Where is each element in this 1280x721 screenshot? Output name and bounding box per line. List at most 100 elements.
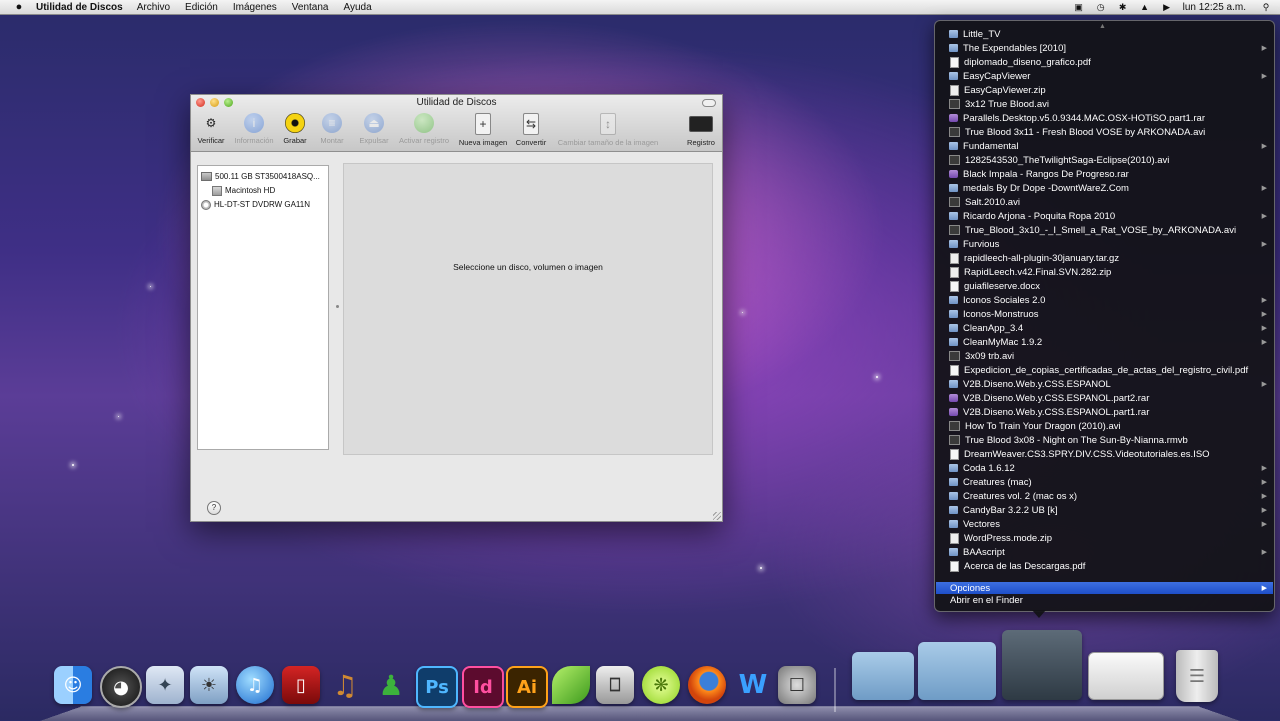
- stack-list-item[interactable]: V2B.Diseno.Web.y.CSS.ESPANOL ▶: [949, 377, 1271, 391]
- volume-item-macintosh-hd[interactable]: Macintosh HD: [212, 184, 275, 197]
- stack-list-item[interactable]: CleanMyMac 1.9.2 ▶: [949, 335, 1271, 349]
- apple-menu-icon[interactable]: ●: [12, 0, 26, 14]
- applications-folder-icon[interactable]: [852, 652, 914, 700]
- toolbar-toggle-button[interactable]: [702, 99, 716, 107]
- stack-list-item[interactable]: V2B.Diseno.Web.y.CSS.ESPANOL.part1.rar: [949, 405, 1271, 419]
- limewire-icon[interactable]: ❋: [642, 666, 680, 704]
- garageband-icon[interactable]: ♫: [326, 666, 364, 704]
- stack-list-item[interactable]: True Blood 3x11 - Fresh Blood VOSE by AR…: [949, 125, 1271, 139]
- stack-list-item[interactable]: EasyCapViewer ▶: [949, 69, 1271, 83]
- stack-list-item[interactable]: WordPress.mode.zip: [949, 531, 1271, 545]
- spotlight-icon[interactable]: ⚲: [1260, 2, 1272, 12]
- activar-registro-button[interactable]: Activar registro: [395, 113, 453, 149]
- stack-list-item[interactable]: Iconos Sociales 2.0 ▶: [949, 293, 1271, 307]
- downloads-stack-icon[interactable]: [1002, 630, 1082, 700]
- stack-list-item[interactable]: diplomado_diseno_grafico.pdf: [949, 55, 1271, 69]
- stack-list-item[interactable]: Black Impala - Rangos De Progreso.rar: [949, 167, 1271, 181]
- menu-ayuda[interactable]: Ayuda: [344, 2, 372, 13]
- menu-imagenes[interactable]: Imágenes: [233, 2, 277, 13]
- imovie-icon[interactable]: ⎕: [596, 666, 634, 704]
- stack-list-item[interactable]: Vectores ▶: [949, 517, 1271, 531]
- stack-list-item[interactable]: How To Train Your Dragon (2010).avi: [949, 419, 1271, 433]
- window-titlebar[interactable]: Utilidad de Discos ⚙ Verificar i Informa…: [191, 95, 722, 152]
- finder-icon[interactable]: ☺: [54, 666, 92, 704]
- documents-folder-icon[interactable]: [918, 642, 996, 700]
- stack-list-item[interactable]: medals By Dr Dope -DowntWareZ.Com ▶: [949, 181, 1271, 195]
- stack-list-item[interactable]: 3x09 trb.avi: [949, 349, 1271, 363]
- bluetooth-icon[interactable]: ✱: [1117, 2, 1129, 12]
- opciones-menu-item[interactable]: Opciones ▶: [936, 582, 1273, 594]
- stack-list-item[interactable]: Creatures (mac) ▶: [949, 475, 1271, 489]
- mail-icon[interactable]: ✦: [146, 666, 184, 704]
- menu-archivo[interactable]: Archivo: [137, 2, 170, 13]
- help-button[interactable]: ?: [207, 501, 221, 515]
- informacion-button[interactable]: i Información: [231, 113, 277, 149]
- menu-clock[interactable]: lun 12:25 a.m.: [1183, 2, 1246, 13]
- split-view-handle[interactable]: [336, 305, 339, 308]
- stack-list-item[interactable]: Salt.2010.avi: [949, 195, 1271, 209]
- eject-icon: ⏏: [364, 113, 384, 133]
- cambiar-tamano-button[interactable]: ↕ Cambiar tamaño de la imagen: [553, 113, 663, 149]
- indesign-icon[interactable]: Id: [462, 666, 504, 708]
- stack-list-item[interactable]: 1282543530_TheTwilightSaga-Eclipse(2010)…: [949, 153, 1271, 167]
- stack-list-item[interactable]: DreamWeaver.CS3.SPRY.DIV.CSS.Videotutori…: [949, 447, 1271, 461]
- journal-icon: [414, 113, 434, 133]
- iphoto-icon[interactable]: ☀: [190, 666, 228, 704]
- stack-list-item[interactable]: Parallels.Desktop.v5.0.9344.MAC.OSX-HOTi…: [949, 111, 1271, 125]
- disk-item-hd[interactable]: 500.11 GB ST3500418ASQ...: [201, 170, 320, 183]
- wifi-icon[interactable]: ▲: [1139, 2, 1151, 12]
- stack-list-item[interactable]: Fundamental ▶: [949, 139, 1271, 153]
- firefox-icon[interactable]: [688, 666, 726, 704]
- folder-arrow-icon: ▶: [1261, 465, 1267, 472]
- trash-icon[interactable]: ☰: [1176, 650, 1218, 702]
- convertir-button[interactable]: ⇆ Convertir: [513, 113, 549, 149]
- toolbar: ⚙ Verificar i Información Grabar ≡ Monta…: [191, 111, 722, 151]
- blog-editor-icon[interactable]: W: [734, 666, 772, 704]
- photo-booth-icon[interactable]: ▯: [282, 666, 320, 704]
- stack-list-item[interactable]: CleanApp_3.4 ▶: [949, 321, 1271, 335]
- coda-leaf-icon[interactable]: [552, 666, 590, 704]
- illustrator-icon[interactable]: Ai: [506, 666, 548, 708]
- stack-list-item[interactable]: RapidLeech.v42.Final.SVN.282.zip: [949, 265, 1271, 279]
- expulsar-button[interactable]: ⏏ Expulsar: [357, 113, 391, 149]
- registro-button[interactable]: Registro: [685, 113, 717, 149]
- stack-list-item[interactable]: Iconos-Monstruos ▶: [949, 307, 1271, 321]
- nueva-imagen-button[interactable]: + Nueva imagen: [457, 113, 509, 149]
- stack-list-item[interactable]: BAAscript ▶: [949, 545, 1271, 559]
- menu-ventana[interactable]: Ventana: [292, 2, 329, 13]
- stack-list-item[interactable]: True Blood 3x08 - Night on The Sun-By-Ni…: [949, 433, 1271, 447]
- stack-list-item[interactable]: Little_TV: [949, 27, 1271, 41]
- disk-utility-icon[interactable]: ☐: [778, 666, 816, 704]
- adium-icon[interactable]: ♟: [372, 666, 410, 704]
- stack-list-item[interactable]: guiafileserve.docx: [949, 279, 1271, 293]
- stack-list-item[interactable]: Creatures vol. 2 (mac os x) ▶: [949, 489, 1271, 503]
- grabar-button[interactable]: Grabar: [281, 113, 309, 149]
- menu-app-name[interactable]: Utilidad de Discos: [36, 2, 123, 13]
- stack-list-item[interactable]: True_Blood_3x10_-_I_Smell_a_Rat_VOSE_by_…: [949, 223, 1271, 237]
- dashboard-icon[interactable]: ◕: [100, 666, 142, 708]
- stack-list-item[interactable]: The Expendables [2010] ▶: [949, 41, 1271, 55]
- stack-list-item[interactable]: EasyCapViewer.zip: [949, 83, 1271, 97]
- dvd-drive-item[interactable]: HL-DT-ST DVDRW GA11N: [201, 198, 310, 211]
- open-in-finder-item[interactable]: Abrir en el Finder: [950, 595, 1023, 606]
- stack-list-item[interactable]: Acerca de las Descargas.pdf: [949, 559, 1271, 573]
- stack-list-item[interactable]: Ricardo Arjona - Poquita Ropa 2010 ▶: [949, 209, 1271, 223]
- menu-edicion[interactable]: Edición: [185, 2, 218, 13]
- submenu-arrow-icon: ▶: [1261, 585, 1267, 592]
- photoshop-icon[interactable]: Ps: [416, 666, 458, 708]
- minimized-window-icon[interactable]: [1088, 652, 1164, 700]
- resize-grip[interactable]: [713, 512, 721, 520]
- stack-list-item[interactable]: rapidleech-all-plugin-30january.tar.gz: [949, 251, 1271, 265]
- montar-button[interactable]: ≡ Montar: [317, 113, 347, 149]
- time-machine-icon[interactable]: ◷: [1095, 2, 1107, 12]
- volume-icon[interactable]: ▶: [1161, 2, 1173, 12]
- stack-list-item[interactable]: CandyBar 3.2.2 UB [k] ▶: [949, 503, 1271, 517]
- screen-record-icon[interactable]: ▣: [1073, 2, 1085, 12]
- stack-list-item[interactable]: Expedicion_de_copias_certificadas_de_act…: [949, 363, 1271, 377]
- stack-list-item[interactable]: Coda 1.6.12 ▶: [949, 461, 1271, 475]
- stack-list-item[interactable]: V2B.Diseno.Web.y.CSS.ESPANOL.part2.rar: [949, 391, 1271, 405]
- stack-list-item[interactable]: Furvious ▶: [949, 237, 1271, 251]
- verificar-button[interactable]: ⚙ Verificar: [195, 113, 227, 149]
- itunes-icon[interactable]: ♫: [236, 666, 274, 704]
- stack-list-item[interactable]: 3x12 True Blood.avi: [949, 97, 1271, 111]
